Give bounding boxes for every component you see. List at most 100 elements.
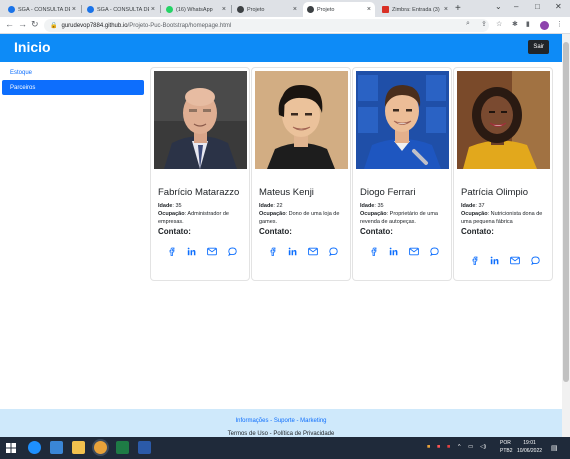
sidebar-item-estoque[interactable]: Estoque xyxy=(2,65,144,80)
network-icon[interactable]: ▭ xyxy=(468,444,473,450)
tab-favicon-icon xyxy=(8,6,15,13)
tray-app-icon[interactable]: ■ xyxy=(437,444,440,450)
email-icon[interactable] xyxy=(207,247,217,256)
age-label: Idade xyxy=(461,203,476,209)
partner-info: Idade: 22 Ocupação: Dono de uma loja de … xyxy=(259,202,349,236)
word-icon[interactable] xyxy=(138,441,151,454)
age-value: 37 xyxy=(478,203,485,209)
partner-name: Diogo Ferrari xyxy=(360,187,416,198)
tab-separator xyxy=(231,5,232,13)
chat-icon[interactable] xyxy=(531,256,540,265)
browser-tab-active[interactable]: Projeto × xyxy=(303,2,375,17)
logout-button[interactable]: Sair xyxy=(528,40,549,54)
tab-close-icon[interactable]: × xyxy=(72,6,76,13)
social-links xyxy=(370,247,439,256)
partner-card: Fabrício Matarazzo Idade: 35 Ocupação: A… xyxy=(150,67,250,281)
tab-title: (16) WhatsApp xyxy=(176,6,213,13)
tray-app-icon[interactable]: ■ xyxy=(427,444,430,450)
tab-favicon-icon xyxy=(307,6,314,13)
sidebar-item-parceiros[interactable]: Parceiros xyxy=(2,80,144,95)
social-links xyxy=(471,256,540,265)
browser-tab[interactable]: Projeto × xyxy=(233,2,301,17)
browser-tab[interactable]: (16) WhatsApp × xyxy=(162,2,230,17)
language-layout: PTB2 xyxy=(500,448,513,454)
tray-chevron-icon[interactable]: ^ xyxy=(458,444,461,450)
tab-close-icon[interactable]: × xyxy=(151,6,155,13)
chat-icon[interactable] xyxy=(329,247,338,256)
facebook-icon[interactable] xyxy=(269,247,277,256)
minimize-icon[interactable]: – xyxy=(514,2,518,11)
email-icon[interactable] xyxy=(510,256,520,265)
linkedin-icon[interactable] xyxy=(187,247,196,256)
page-title[interactable]: Inicio xyxy=(14,39,51,55)
share-icon[interactable]: ⇪ xyxy=(481,20,487,28)
chrome-icon[interactable] xyxy=(94,441,107,454)
edge-icon[interactable] xyxy=(28,441,41,454)
volume-icon[interactable]: ◁) xyxy=(480,444,486,450)
tab-search-chevron-icon[interactable]: ⌄ xyxy=(495,2,502,11)
facebook-icon[interactable] xyxy=(370,247,378,256)
tab-favicon-icon xyxy=(87,6,94,13)
reload-icon[interactable]: ↻ xyxy=(31,19,39,30)
profile-avatar[interactable] xyxy=(540,21,549,30)
clock-time: 19:01 xyxy=(523,440,536,446)
file-explorer-icon[interactable] xyxy=(72,441,85,454)
browser-tabstrip: SGA - CONSULTA DE × SGA - CONSULTA DE × … xyxy=(0,0,570,17)
tray-app-icon[interactable]: ■ xyxy=(447,444,450,450)
sidebar: Estoque Parceiros xyxy=(0,62,148,95)
tab-title: SGA - CONSULTA DE xyxy=(97,6,149,13)
task-view-icon[interactable] xyxy=(50,441,63,454)
bookmark-star-icon[interactable]: ☆ xyxy=(496,20,502,28)
tab-close-icon[interactable]: × xyxy=(444,6,448,13)
email-icon[interactable] xyxy=(409,247,419,256)
input-language[interactable]: POR PTB2 xyxy=(500,439,513,455)
browser-tab[interactable]: Zimbra: Entrada (3) × xyxy=(378,2,452,17)
browser-tab[interactable]: SGA - CONSULTA DE × xyxy=(83,2,159,17)
linkedin-icon[interactable] xyxy=(490,256,499,265)
tab-close-icon[interactable]: × xyxy=(293,6,297,13)
linkedin-icon[interactable] xyxy=(389,247,398,256)
url-path: /Projeto-Puc-Bootstrap/homepage.html xyxy=(127,22,232,29)
lock-icon: 🔒 xyxy=(50,23,58,29)
forward-arrow-icon[interactable]: → xyxy=(18,19,27,29)
windows-start-icon[interactable] xyxy=(6,443,16,453)
contact-heading: Contato: xyxy=(360,227,393,236)
system-clock[interactable]: 19:01 10/06/2022 xyxy=(517,439,542,455)
partner-info: Idade: 35 Ocupação: Proprietário de uma … xyxy=(360,202,450,236)
scrollbar-thumb[interactable] xyxy=(563,42,569,382)
extensions-puzzle-icon[interactable]: ✱ xyxy=(512,20,518,28)
excel-icon[interactable] xyxy=(116,441,129,454)
tab-title: Projeto xyxy=(317,6,335,13)
footer-links[interactable]: Informações - Suporte - Marketing xyxy=(0,418,562,424)
chat-icon[interactable] xyxy=(228,247,237,256)
age-value: 35 xyxy=(175,203,182,209)
age-value: 22 xyxy=(276,203,283,209)
occupation-label: Ocupação xyxy=(259,211,286,217)
url-host: gurudevop7884.github.io xyxy=(61,22,128,29)
maximize-icon[interactable]: □ xyxy=(535,2,540,11)
linkedin-icon[interactable] xyxy=(288,247,297,256)
browser-menu-icon[interactable]: ⋮ xyxy=(556,20,563,28)
chat-icon[interactable] xyxy=(430,247,439,256)
new-tab-plus-icon[interactable]: + xyxy=(455,3,461,14)
occupation-label: Ocupação xyxy=(360,211,387,217)
page-footer: Informações - Suporte - Marketing Termos… xyxy=(0,409,562,437)
email-icon[interactable] xyxy=(308,247,318,256)
back-arrow-icon[interactable]: ← xyxy=(5,19,14,29)
tab-close-icon[interactable]: × xyxy=(222,6,226,13)
tab-favicon-icon xyxy=(237,6,244,13)
side-panel-icon[interactable]: ▮ xyxy=(526,20,530,28)
top-navbar: Inicio Sair xyxy=(0,34,562,62)
age-label: Idade xyxy=(158,203,173,209)
clock-date: 10/06/2022 xyxy=(517,448,543,454)
tab-title: Zimbra: Entrada (3) xyxy=(392,6,440,13)
zoom-icon[interactable]: ⌕ xyxy=(466,20,470,28)
partner-card: Patrícia Olimpio Idade: 37 Ocupação: Nut… xyxy=(453,67,553,281)
address-bar[interactable]: 🔒 gurudevop7884.github.io /Projeto-Puc-B… xyxy=(44,19,489,32)
facebook-icon[interactable] xyxy=(471,256,479,265)
notifications-icon[interactable]: ▤ xyxy=(551,444,558,452)
tab-close-icon[interactable]: × xyxy=(367,6,371,13)
facebook-icon[interactable] xyxy=(168,247,176,256)
browser-tab[interactable]: SGA - CONSULTA DE × xyxy=(4,2,80,17)
close-window-icon[interactable]: ✕ xyxy=(555,2,562,11)
